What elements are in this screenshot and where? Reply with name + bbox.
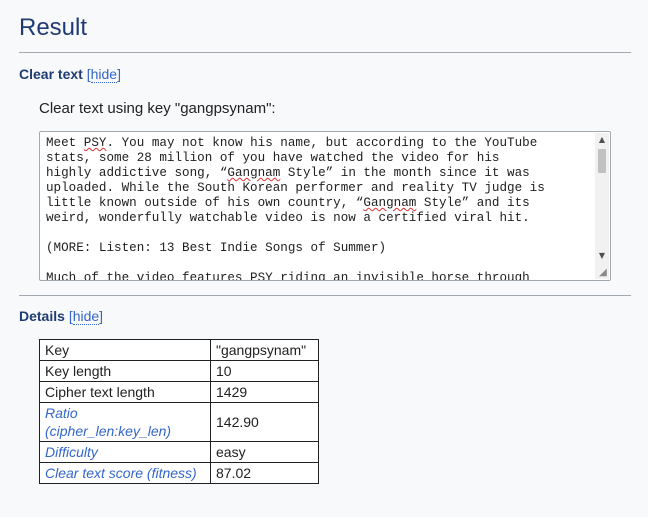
table-row: Cipher text length 1429 [39,381,319,403]
misspelled-word: Gangnam [227,166,281,180]
misspelled-word: PSY [83,136,107,150]
clear-text-label: Clear text using key "gangpsynam": [39,100,276,117]
clear-text-content: Meet PSY. You may not know his name, but… [46,136,596,281]
detail-key-line: Ratio [45,405,78,421]
text-line: highly addictive song, “Gangnam Style” i… [46,166,596,181]
table-row: Clear text score (fitness) 87.02 [39,462,319,484]
table-row: Key "gangpsynam" [39,339,319,361]
text-line-segment: Style” and its [416,196,530,210]
text-line-segment: weird, wonderfully watchable video is no… [46,211,530,225]
clear-text-area[interactable]: Meet PSY. You may not know his name, but… [39,131,611,281]
details-heading: Details [hide] [19,308,104,325]
details-heading-label: Details [19,308,65,324]
text-line-segment: . You may not know his name, but accordi… [106,136,538,150]
triangle-down-icon[interactable]: ▼ [595,249,609,263]
section-divider [19,295,631,296]
bracket-open: [ [86,66,91,82]
text-line: uploaded. While the South Korean perform… [46,181,596,196]
text-line: stats, some 28 million of you have watch… [46,151,596,166]
scrollbar-thumb[interactable] [598,149,606,173]
text-line-segment: Much of the video features PSY riding an… [46,271,530,281]
text-line: (MORE: Listen: 13 Best Indie Songs of Su… [46,241,596,256]
detail-key[interactable]: Ratio (cipher_len:key_len) [39,402,211,442]
detail-value: 10 [210,360,319,382]
details-table: Key "gangpsynam" Key length 10 Cipher text l… [39,339,319,484]
text-line-segment: little known outside of his own country,… [46,196,364,210]
text-line: Meet PSY. You may not know his name, but… [46,136,596,151]
detail-key-line: (cipher_len:key_len) [45,423,172,439]
textarea-scrollbar[interactable]: ▲ ▼ [595,133,609,279]
table-row: Difficulty easy [39,441,319,463]
clear-text-heading-label: Clear text [19,66,83,82]
page-title: Result [19,14,88,41]
text-line-segment: stats, some 28 million of you have watch… [46,151,500,165]
triangle-up-icon[interactable]: ▲ [595,133,609,147]
detail-value: 1429 [210,381,319,403]
bracket-close: ] [99,308,104,324]
detail-value: easy [210,441,319,463]
text-line-segment: highly addictive song, “ [46,166,228,180]
detail-key: Key [39,339,211,361]
text-line: Much of the video features PSY riding an… [46,271,596,281]
detail-key: Cipher text length [39,381,211,403]
table-row: Key length 10 [39,360,319,382]
detail-key[interactable]: Clear text score (fitness) [39,462,211,484]
misspelled-word: Gangnam [363,196,417,210]
text-line: weird, wonderfully watchable video is no… [46,211,596,226]
bracket-close: ] [117,66,121,82]
text-line-segment: Style” in the month since it was [280,166,530,180]
details-hide-link[interactable]: hide [72,308,100,325]
detail-key: Key length [39,360,211,382]
text-line-segment: Meet [46,136,84,150]
title-divider [19,52,631,53]
text-line: little known outside of his own country,… [46,196,596,211]
detail-value: "gangpsynam" [210,339,319,361]
detail-key[interactable]: Difficulty [39,441,211,463]
detail-value: 142.90 [210,402,319,442]
table-row: Ratio (cipher_len:key_len) 142.90 [39,402,319,442]
clear-text-heading: Clear text [hide] [19,66,121,83]
text-line-segment: uploaded. While the South Korean perform… [46,181,545,195]
detail-value: 87.02 [210,462,319,484]
text-line [46,226,596,241]
text-line [46,256,596,271]
clear-text-hide-link[interactable]: hide [90,66,118,83]
text-line-segment: (MORE: Listen: 13 Best Indie Songs of Su… [46,241,387,255]
page: Result Clear text [hide] Clear text usin… [0,0,648,517]
resize-grip-icon[interactable]: ◢ [597,267,609,279]
